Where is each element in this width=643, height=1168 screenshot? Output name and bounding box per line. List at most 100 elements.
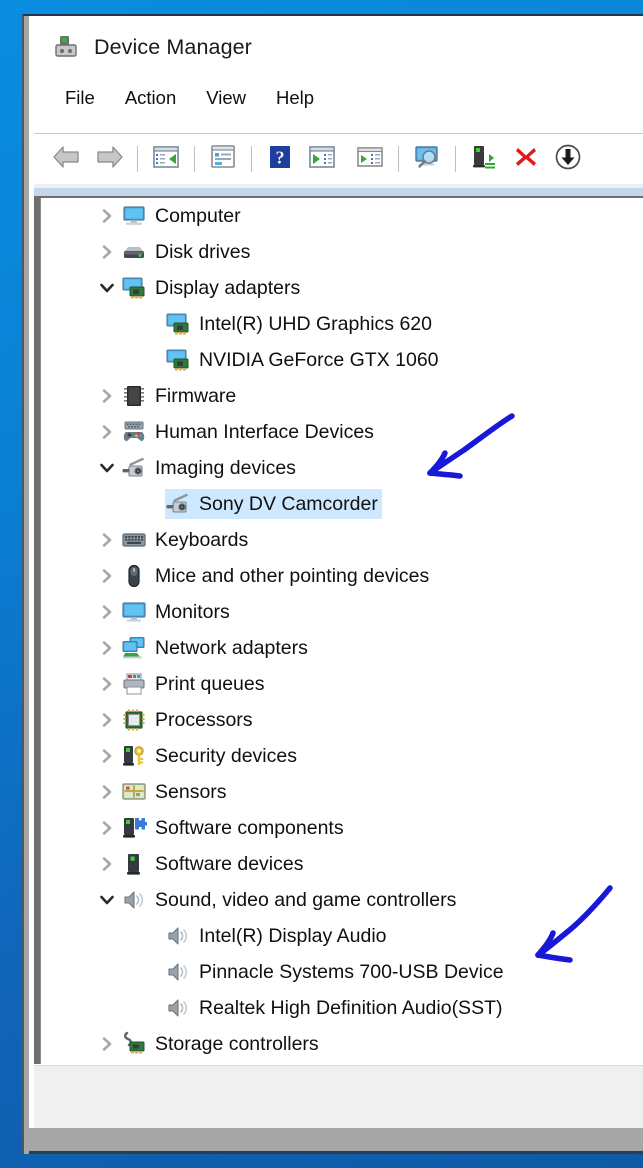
chevron-right-icon[interactable] (93, 522, 121, 558)
tree-row[interactable]: Software devices (41, 846, 643, 882)
tree-item[interactable]: Storage controllers (121, 1029, 323, 1059)
help-button[interactable]: ? (259, 139, 301, 179)
tree-item[interactable]: Processors (121, 705, 257, 735)
chevron-right-icon[interactable] (93, 1026, 121, 1062)
chevron-down-icon[interactable] (93, 450, 121, 486)
device-tree-panel[interactable]: Computer Disk drives Display adapters Intel… (40, 198, 643, 1066)
tree-row[interactable]: Human Interface Devices (41, 414, 643, 450)
properties-button[interactable] (202, 139, 244, 179)
tree-item-label: Storage controllers (155, 1033, 319, 1056)
display-adapter-icon (165, 311, 191, 337)
chevron-right-icon[interactable] (93, 594, 121, 630)
toolbar-separator-3 (251, 146, 252, 172)
tree-indent-spacer (137, 918, 165, 954)
chevron-right-icon[interactable] (93, 630, 121, 666)
tree-item-label: Software devices (155, 853, 304, 876)
tree-row[interactable]: NVIDIA GeForce GTX 1060 (41, 342, 643, 378)
tree-item[interactable]: Human Interface Devices (121, 417, 378, 447)
tree-row[interactable]: Print queues (41, 666, 643, 702)
tree-item[interactable]: Sound, video and game controllers (121, 885, 460, 915)
tree-item[interactable]: Mice and other pointing devices (121, 561, 433, 591)
tree-item[interactable]: Firmware (121, 381, 240, 411)
tree-row[interactable]: Sound, video and game controllers (41, 882, 643, 918)
enable-device-button[interactable] (463, 139, 505, 179)
tree-row[interactable]: Storage controllers (41, 1026, 643, 1062)
chevron-right-icon[interactable] (93, 810, 121, 846)
device-manager-icon (52, 32, 82, 62)
chevron-down-icon[interactable] (93, 270, 121, 306)
tree-item[interactable]: Keyboards (121, 525, 252, 555)
tree-item[interactable]: Monitors (121, 597, 234, 627)
display-adapter-icon (121, 275, 147, 301)
tree-item[interactable]: Imaging devices (121, 453, 300, 483)
tree-item[interactable]: Sony DV Camcorder (165, 489, 382, 519)
menu-help[interactable]: Help (261, 85, 329, 111)
chevron-right-icon[interactable] (93, 414, 121, 450)
back-button[interactable] (46, 139, 88, 179)
toolbar-separator-5 (455, 146, 456, 172)
tree-item[interactable]: Software components (121, 813, 348, 843)
tree-row[interactable]: Sensors (41, 774, 643, 810)
tree-row[interactable]: Disk drives (41, 234, 643, 270)
tree-row[interactable]: Imaging devices (41, 450, 643, 486)
tree-item[interactable]: Disk drives (121, 237, 254, 267)
chevron-right-icon[interactable] (93, 738, 121, 774)
chevron-right-icon[interactable] (93, 558, 121, 594)
tree-row[interactable]: Display adapters (41, 270, 643, 306)
chevron-right-icon[interactable] (93, 666, 121, 702)
chevron-right-icon[interactable] (93, 378, 121, 414)
down-arrow-circle-icon (554, 143, 582, 176)
show-hide-console-tree-button[interactable] (145, 139, 187, 179)
window-bottom-edge (29, 1151, 643, 1154)
tree-row[interactable]: Processors (41, 702, 643, 738)
tree-item[interactable]: Software devices (121, 849, 308, 879)
tree-row[interactable]: Realtek High Definition Audio(SST) (41, 990, 643, 1026)
scan-hardware-changes-button[interactable] (406, 139, 448, 179)
tree-row[interactable]: Intel(R) UHD Graphics 620 (41, 306, 643, 342)
tree-row[interactable]: Mice and other pointing devices (41, 558, 643, 594)
tree-item[interactable]: Security devices (121, 741, 301, 771)
chevron-down-icon[interactable] (93, 882, 121, 918)
tree-row[interactable]: Security devices (41, 738, 643, 774)
tree-row[interactable]: Firmware (41, 378, 643, 414)
forward-button[interactable] (88, 139, 130, 179)
tree-row[interactable]: Monitors (41, 594, 643, 630)
menu-action[interactable]: Action (110, 85, 191, 111)
tree-item[interactable]: Pinnacle Systems 700-USB Device (165, 957, 508, 987)
tree-row[interactable]: Software components (41, 810, 643, 846)
disable-device-button[interactable] (547, 139, 589, 179)
menu-view[interactable]: View (191, 85, 261, 111)
tree-item-label: Monitors (155, 601, 230, 624)
tree-item[interactable]: Sensors (121, 777, 231, 807)
tree-item-label: Pinnacle Systems 700-USB Device (199, 961, 504, 984)
tree-item[interactable]: Intel(R) UHD Graphics 620 (165, 309, 436, 339)
camera-icon (121, 455, 147, 481)
update-driver-button[interactable] (301, 139, 343, 179)
tree-row[interactable]: Keyboards (41, 522, 643, 558)
chevron-right-icon[interactable] (93, 846, 121, 882)
tree-item[interactable]: Display adapters (121, 273, 304, 303)
action-pane-button[interactable] (349, 139, 391, 179)
device-tree-list[interactable]: Computer Disk drives Display adapters Intel… (41, 198, 643, 1066)
mouse-icon (121, 563, 147, 589)
tree-item[interactable]: Network adapters (121, 633, 312, 663)
tree-item[interactable]: NVIDIA GeForce GTX 1060 (165, 345, 443, 375)
tree-row[interactable]: Sony DV Camcorder (41, 486, 643, 522)
tree-item[interactable]: Computer (121, 201, 245, 231)
tree-item[interactable]: Print queues (121, 669, 269, 699)
tree-row[interactable]: Pinnacle Systems 700-USB Device (41, 954, 643, 990)
tree-row[interactable]: Network adapters (41, 630, 643, 666)
tree-item[interactable]: Realtek High Definition Audio(SST) (165, 993, 506, 1023)
chevron-right-icon[interactable] (93, 774, 121, 810)
menu-file[interactable]: File (50, 85, 110, 111)
tree-item[interactable]: Intel(R) Display Audio (165, 921, 391, 951)
chevron-right-icon[interactable] (93, 234, 121, 270)
tree-header-band (34, 188, 643, 196)
uninstall-device-button[interactable] (505, 139, 547, 179)
chevron-right-icon[interactable] (93, 198, 121, 234)
chevron-right-icon[interactable] (93, 702, 121, 738)
update-driver-icon (308, 144, 336, 175)
toolbar-separator-1 (137, 146, 138, 172)
tree-row[interactable]: Computer (41, 198, 643, 234)
tree-row[interactable]: Intel(R) Display Audio (41, 918, 643, 954)
